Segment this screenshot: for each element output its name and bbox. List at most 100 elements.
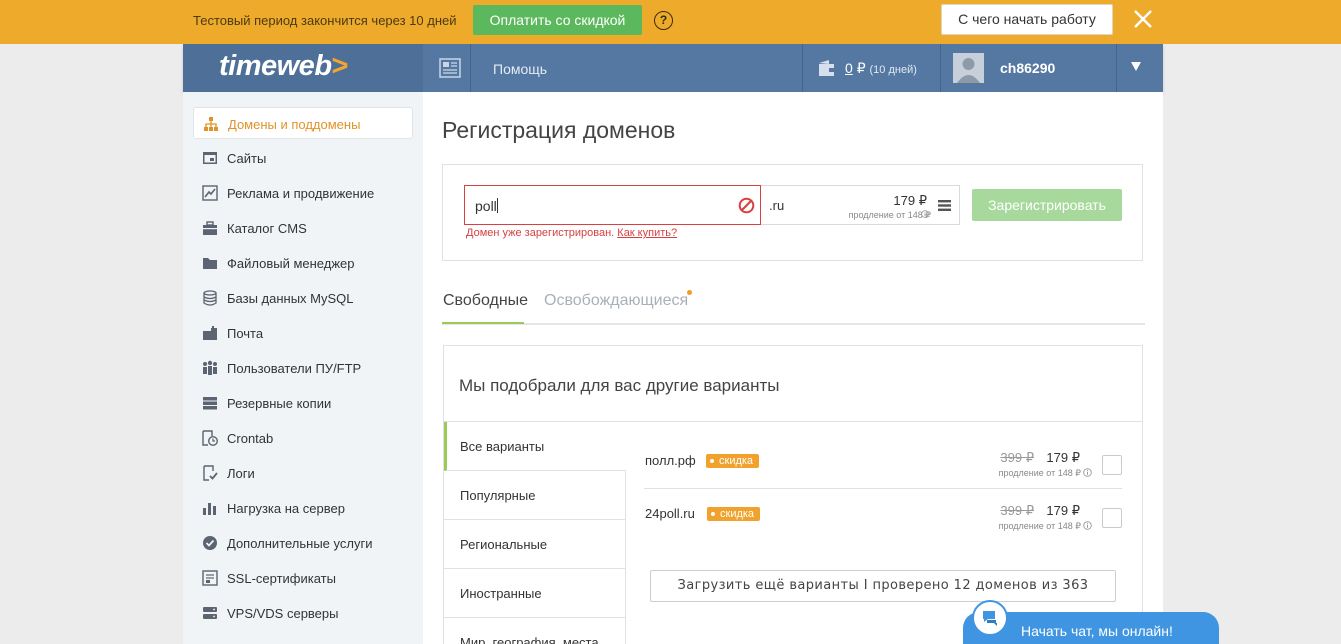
sidebar-item-mysql[interactable]: Базы данных MySQL — [193, 282, 413, 314]
sites-icon — [203, 152, 217, 164]
header-divider — [940, 44, 941, 92]
sidebar-item-label: Реклама и продвижение — [227, 186, 375, 201]
top-header: timeweb> Помощь 0 ₽ (10 дней) ch86290 — [183, 44, 1163, 92]
category-popular[interactable]: Популярные — [444, 471, 626, 520]
logo-text: timeweb — [219, 50, 332, 82]
domain-row: полл.рф скидка 399 ₽ 179 ₽ продление от … — [644, 437, 1122, 489]
sidebar-item-label: VPS/VDS серверы — [227, 606, 339, 621]
sidebar-item-crontab[interactable]: Crontab — [193, 422, 413, 454]
text-cursor — [496, 198, 498, 213]
sidebar-item-label: Дополнительные услуги — [227, 536, 373, 551]
services-icon — [203, 536, 217, 550]
chart-icon — [202, 185, 218, 201]
sidebar-item-ads[interactable]: Реклама и продвижение — [193, 177, 413, 209]
error-message: Домен уже зарегистрирован. Как купить? — [466, 227, 677, 239]
certificate-icon — [202, 570, 218, 586]
new-price: 179 ₽ — [1046, 503, 1080, 518]
category-foreign[interactable]: Иностранные — [444, 569, 626, 618]
domain-input-value: poll — [475, 198, 497, 214]
sidebar-item-file-manager[interactable]: Файловый менеджер — [193, 247, 413, 279]
notification-dot — [687, 290, 692, 295]
users-icon — [203, 360, 217, 375]
sidebar-item-server-load[interactable]: Нагрузка на сервер — [193, 492, 413, 524]
header-divider — [802, 44, 803, 92]
discount-badge: скидка — [706, 454, 760, 468]
logo[interactable]: timeweb> — [183, 44, 423, 92]
chevron-down-icon[interactable] — [1131, 62, 1141, 71]
briefcase-icon — [203, 221, 217, 235]
tab-free[interactable]: Свободные — [443, 292, 528, 310]
page-title: Регистрация доменов — [442, 117, 676, 143]
sidebar: Домены и поддомены Сайты Реклама и продв… — [183, 92, 423, 644]
menu-icon[interactable] — [938, 199, 951, 212]
balance-amount: 0 — [845, 60, 853, 76]
domain-registration-form: poll .ru 179 ₽ продление от 148 ₽ Зареги… — [442, 164, 1143, 261]
log-icon — [203, 465, 218, 481]
sidebar-item-label: Пользователи ПУ/FTP — [227, 361, 362, 376]
header-divider — [470, 44, 471, 92]
sidebar-item-label: Сайты — [227, 151, 267, 166]
sidebar-item-label: Резервные копии — [227, 396, 332, 411]
select-checkbox[interactable] — [1102, 455, 1122, 475]
blocked-icon — [738, 197, 755, 214]
currency-sign: ₽ — [856, 60, 866, 76]
sidebar-item-label: Crontab — [227, 431, 274, 446]
category-geography[interactable]: Мир, география, места — [444, 618, 626, 644]
sidebar-item-label: Файловый менеджер — [227, 256, 355, 271]
sidebar-item-backups[interactable]: Резервные копии — [193, 387, 413, 419]
category-regional[interactable]: Региональные — [444, 520, 626, 569]
active-tab-indicator — [442, 322, 524, 324]
how-to-buy-link[interactable]: Как купить? — [617, 227, 677, 239]
currency-sign: ₽ — [918, 193, 927, 208]
domain-input[interactable]: poll — [464, 185, 761, 225]
sidebar-item-label: Домены и поддомены — [228, 117, 361, 132]
getting-started-button[interactable]: С чего начать работу — [941, 4, 1113, 35]
header-divider — [1116, 44, 1117, 92]
register-button[interactable]: Зарегистрировать — [972, 189, 1122, 221]
info-icon[interactable] — [1083, 521, 1092, 530]
new-price: 179 ₽ — [1046, 450, 1080, 465]
wallet-icon[interactable] — [817, 58, 837, 78]
close-icon[interactable] — [1130, 6, 1156, 32]
sidebar-item-domains[interactable]: Домены и поддомены — [193, 107, 413, 139]
info-icon[interactable] — [1083, 468, 1092, 477]
load-more-button[interactable]: Загрузить ещё варианты I проверено 12 до… — [650, 570, 1116, 602]
sidebar-item-ssl[interactable]: SSL-сертификаты — [193, 562, 413, 594]
balance-days: (10 дней) — [869, 64, 917, 76]
sidebar-item-vps[interactable]: VPS/VDS серверы — [193, 597, 413, 629]
sidebar-item-logs[interactable]: Логи — [193, 457, 413, 489]
select-checkbox[interactable] — [1102, 508, 1122, 528]
server-icon — [203, 607, 217, 619]
balance[interactable]: 0 ₽ (10 дней) — [845, 60, 917, 77]
renewal-price: продление от 148 ₽ — [998, 521, 1081, 531]
load-icon — [203, 503, 216, 515]
info-icon[interactable] — [921, 210, 929, 218]
domain-name: полл.рф — [645, 453, 696, 468]
chat-widget[interactable]: Начать чат, мы онлайн! — [963, 600, 1219, 644]
category-all[interactable]: Все варианты — [444, 422, 626, 471]
discount-badge: скидка — [707, 507, 761, 521]
zone-select[interactable]: .ru 179 ₽ продление от 148 ₽ — [761, 185, 960, 225]
backup-icon — [203, 397, 217, 410]
error-text: Домен уже зарегистрирован. — [466, 227, 615, 239]
chat-label: Начать чат, мы онлайн! — [1021, 623, 1173, 639]
sidebar-item-extra-services[interactable]: Дополнительные услуги — [193, 527, 413, 559]
username[interactable]: ch86290 — [1000, 60, 1055, 76]
sidebar-item-label: Каталог CMS — [227, 221, 307, 236]
help-link[interactable]: Помощь — [493, 61, 547, 77]
avatar[interactable] — [953, 53, 984, 83]
tab-releasing[interactable]: Освобождающиеся — [544, 292, 688, 310]
news-icon[interactable] — [439, 58, 461, 78]
sidebar-item-sites[interactable]: Сайты — [193, 142, 413, 174]
suggestions-title: Мы подобрали для вас другие варианты — [459, 376, 780, 395]
domain-tabs: Свободные Освобождающиеся — [442, 284, 1145, 325]
mail-icon — [203, 326, 217, 340]
sidebar-item-users[interactable]: Пользователи ПУ/FTP — [193, 352, 413, 384]
pay-discount-button[interactable]: Оплатить со скидкой — [473, 5, 642, 35]
domain-row: 24poll.ru скидка 399 ₽ 179 ₽ продление о… — [644, 490, 1122, 542]
help-circle-icon[interactable]: ? — [654, 11, 673, 30]
sidebar-item-label: Логи — [227, 466, 255, 481]
sidebar-item-mail[interactable]: Почта — [193, 317, 413, 349]
sidebar-item-cms[interactable]: Каталог CMS — [193, 212, 413, 244]
domains-icon — [204, 117, 218, 131]
